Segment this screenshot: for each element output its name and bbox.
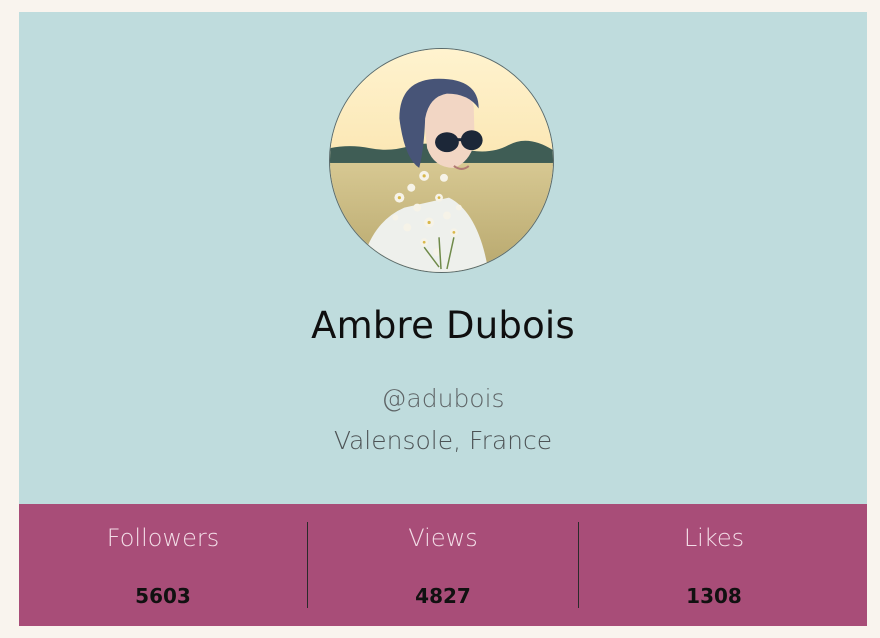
stat-followers[interactable]: Followers 5603 [19,504,307,626]
profile-photo-icon [330,49,553,272]
profile-card: Ambre Dubois @adubois Valensole, France … [19,12,867,626]
profile-handle: @adubois [381,384,505,413]
stat-followers-value: 5603 [135,584,191,608]
avatar [329,48,554,273]
profile-location: Valensole, France [333,426,553,455]
stat-likes-label: Likes [683,524,745,552]
stat-views-value: 4827 [415,584,471,608]
stats-bar: Followers 5603 Views 4827 Likes 1308 [19,504,867,626]
stat-likes-value: 1308 [686,584,742,608]
stat-views-label: Views [408,524,478,552]
stat-views[interactable]: Views 4827 [308,504,578,626]
stat-likes[interactable]: Likes 1308 [579,504,849,626]
stat-followers-label: Followers [106,524,220,552]
profile-name: Ambre Dubois [311,304,575,347]
